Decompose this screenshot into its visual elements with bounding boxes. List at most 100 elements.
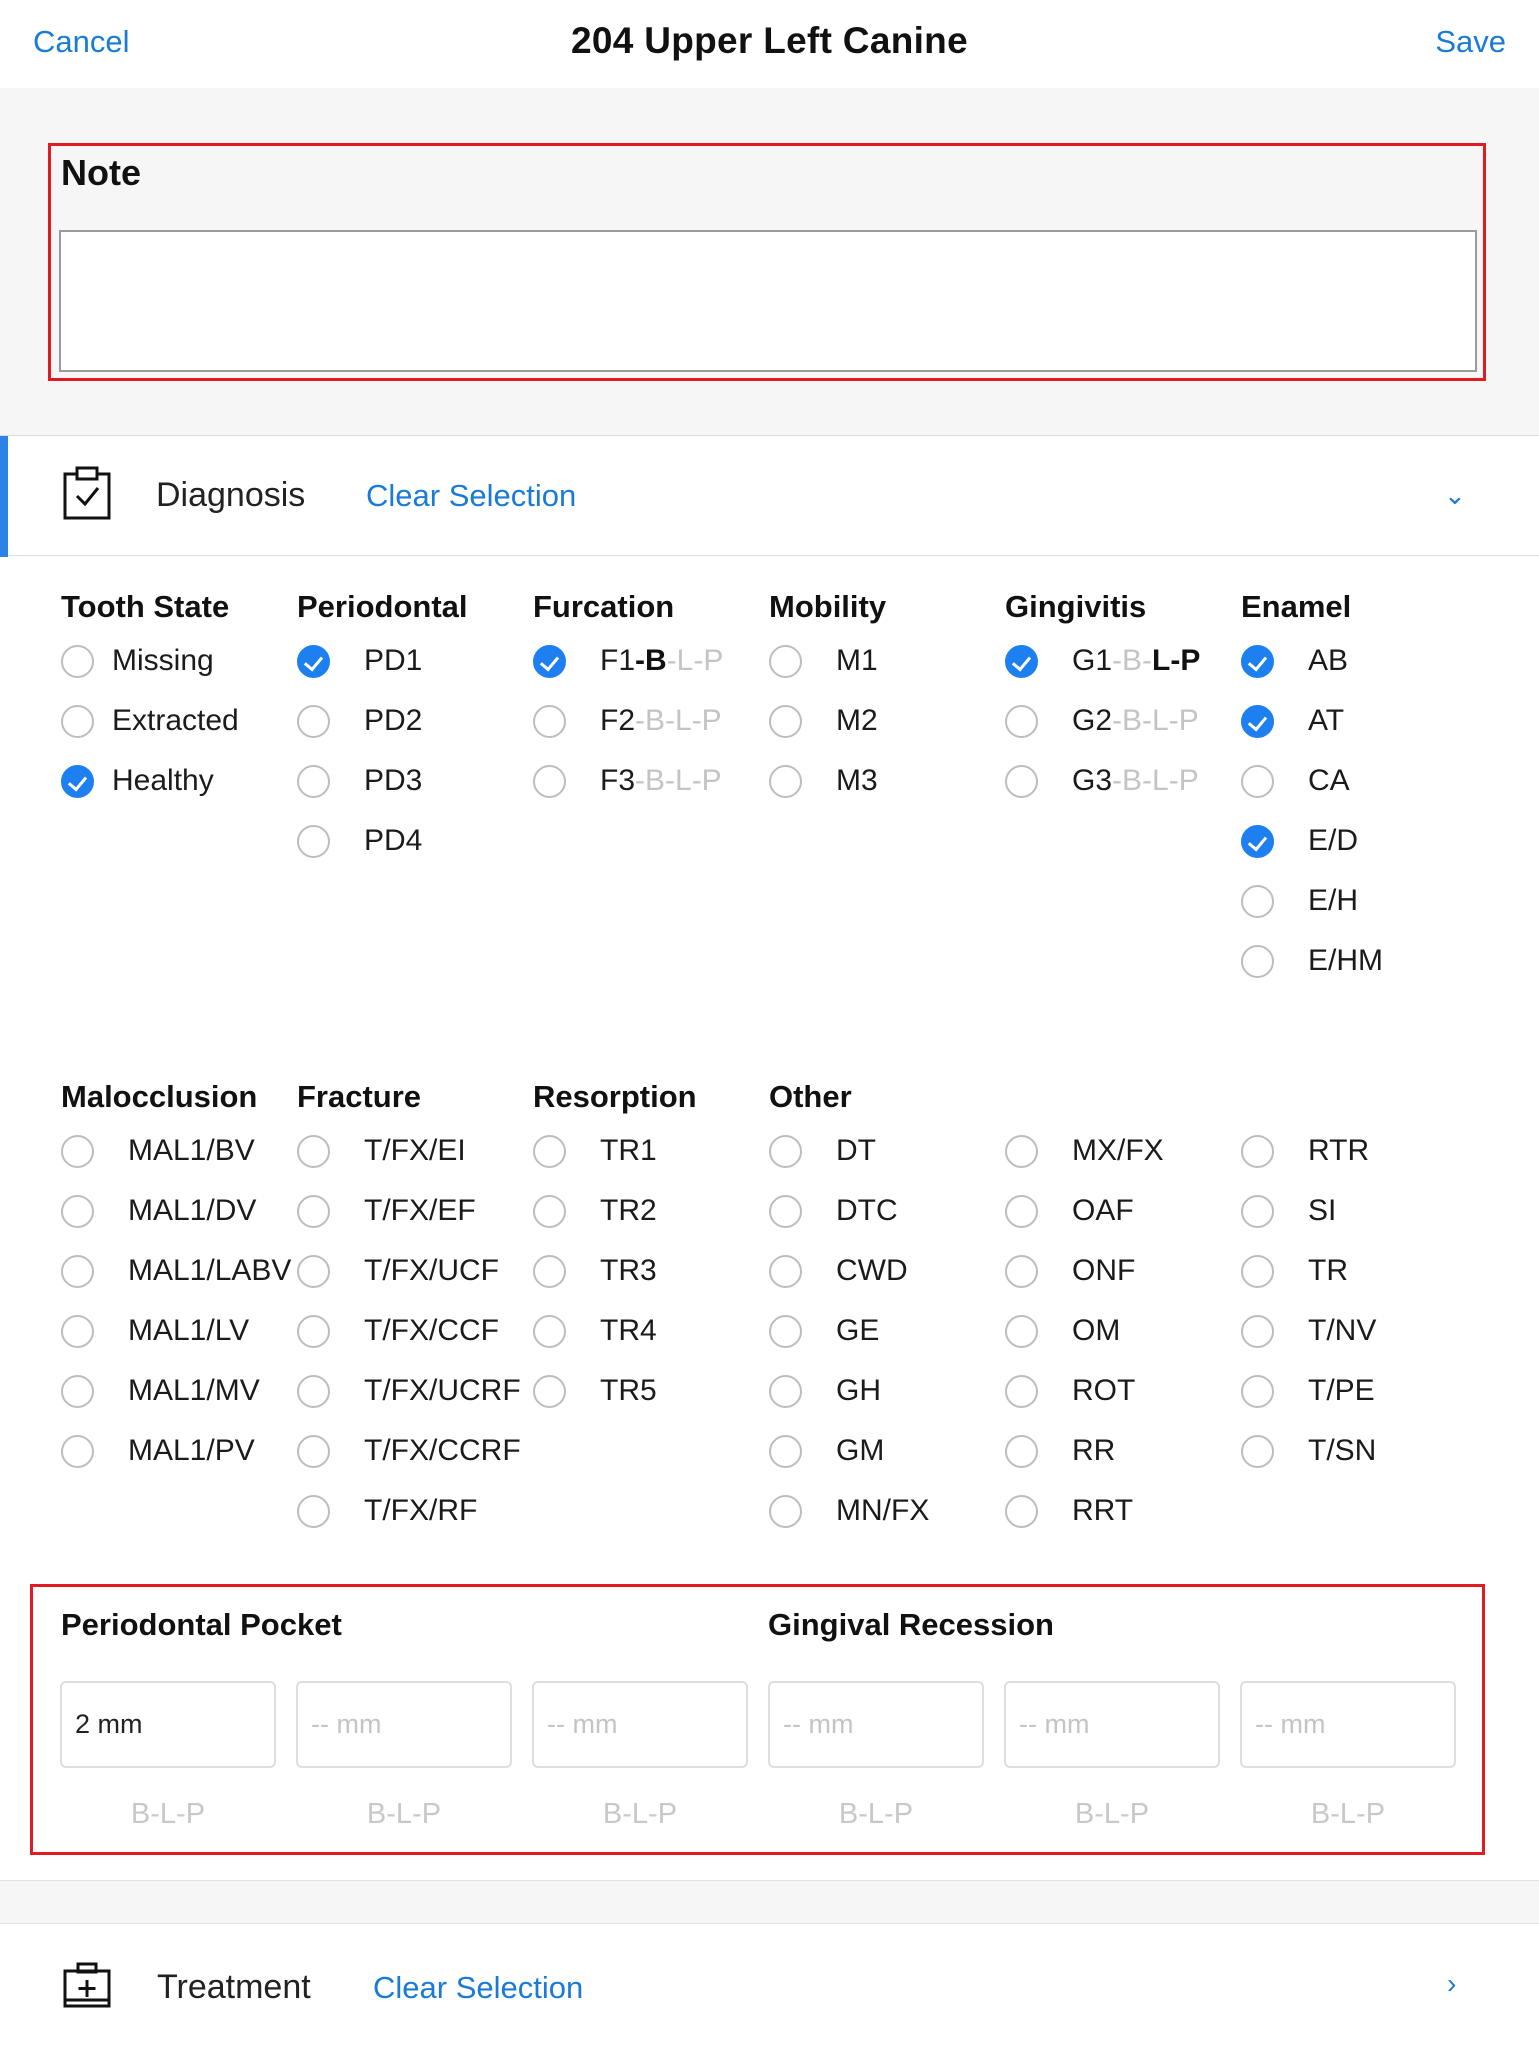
- radio-unchecked-icon[interactable]: [297, 1374, 330, 1408]
- pocket-depth-input[interactable]: -- mm: [532, 1681, 748, 1768]
- surface-segment[interactable]: -B-L-P: [1112, 764, 1199, 797]
- radio-unchecked-icon[interactable]: [769, 644, 802, 678]
- option-mal1-mv[interactable]: MAL1/MV: [61, 1371, 260, 1411]
- radio-unchecked-icon[interactable]: [1005, 1254, 1038, 1288]
- option-m3[interactable]: M3: [769, 761, 878, 801]
- radio-unchecked-icon[interactable]: [297, 1434, 330, 1468]
- radio-unchecked-icon[interactable]: [533, 1374, 566, 1408]
- option-t-fx-ef[interactable]: T/FX/EF: [297, 1191, 476, 1231]
- option-tr1[interactable]: TR1: [533, 1131, 657, 1171]
- radio-unchecked-icon[interactable]: [533, 704, 566, 738]
- option-mal1-pv[interactable]: MAL1/PV: [61, 1431, 255, 1471]
- checkmark-icon[interactable]: [533, 644, 566, 678]
- option-g3[interactable]: G3-B-L-P: [1005, 761, 1199, 801]
- radio-unchecked-icon[interactable]: [1005, 1134, 1038, 1168]
- radio-unchecked-icon[interactable]: [61, 644, 94, 678]
- pocket-depth-input[interactable]: 2 mm: [60, 1681, 276, 1768]
- treatment-clear-selection-link[interactable]: Clear Selection: [373, 1970, 583, 2006]
- option-oaf[interactable]: OAF: [1005, 1191, 1134, 1231]
- surface-caption[interactable]: B-L-P: [296, 1798, 512, 1831]
- option-f2[interactable]: F2-B-L-P: [533, 701, 722, 741]
- radio-unchecked-icon[interactable]: [1005, 1374, 1038, 1408]
- radio-unchecked-icon[interactable]: [533, 1254, 566, 1288]
- note-textarea[interactable]: [59, 230, 1477, 372]
- radio-unchecked-icon[interactable]: [1005, 1194, 1038, 1228]
- surface-caption[interactable]: B-L-P: [532, 1798, 748, 1831]
- radio-unchecked-icon[interactable]: [1005, 764, 1038, 798]
- surface-caption[interactable]: B-L-P: [1240, 1798, 1456, 1831]
- radio-unchecked-icon[interactable]: [297, 1134, 330, 1168]
- recession-depth-input[interactable]: -- mm: [768, 1681, 984, 1768]
- option-mal1-labv[interactable]: MAL1/LABV: [61, 1251, 291, 1291]
- surface-caption[interactable]: B-L-P: [60, 1798, 276, 1831]
- radio-unchecked-icon[interactable]: [61, 1194, 94, 1228]
- option-gh[interactable]: GH: [769, 1371, 881, 1411]
- option-gm[interactable]: GM: [769, 1431, 884, 1471]
- radio-unchecked-icon[interactable]: [297, 1254, 330, 1288]
- radio-unchecked-icon[interactable]: [533, 1314, 566, 1348]
- surface-segment[interactable]: -B-: [1112, 644, 1152, 677]
- recession-depth-input[interactable]: -- mm: [1004, 1681, 1220, 1768]
- option-ca[interactable]: CA: [1241, 761, 1350, 801]
- save-button[interactable]: Save: [1435, 24, 1506, 60]
- checkmark-icon[interactable]: [61, 764, 94, 798]
- option-f1[interactable]: F1-B-L-P: [533, 641, 723, 681]
- radio-unchecked-icon[interactable]: [1241, 1314, 1274, 1348]
- surface-segment[interactable]: -L-P: [667, 644, 724, 677]
- radio-unchecked-icon[interactable]: [61, 1254, 94, 1288]
- checkmark-icon[interactable]: [1241, 824, 1274, 858]
- radio-unchecked-icon[interactable]: [1241, 1194, 1274, 1228]
- radio-unchecked-icon[interactable]: [61, 704, 94, 738]
- radio-unchecked-icon[interactable]: [297, 824, 330, 858]
- option-rtr[interactable]: RTR: [1241, 1131, 1369, 1171]
- radio-unchecked-icon[interactable]: [61, 1434, 94, 1468]
- option-dt[interactable]: DT: [769, 1131, 876, 1171]
- option-at[interactable]: AT: [1241, 701, 1344, 741]
- radio-unchecked-icon[interactable]: [1241, 764, 1274, 798]
- radio-unchecked-icon[interactable]: [769, 764, 802, 798]
- surface-segment[interactable]: -B: [635, 644, 667, 677]
- recession-depth-input[interactable]: -- mm: [1240, 1681, 1456, 1768]
- option-t-nv[interactable]: T/NV: [1241, 1311, 1376, 1351]
- radio-unchecked-icon[interactable]: [1241, 884, 1274, 918]
- radio-unchecked-icon[interactable]: [297, 764, 330, 798]
- option-onf[interactable]: ONF: [1005, 1251, 1135, 1291]
- option-tr4[interactable]: TR4: [533, 1311, 657, 1351]
- option-extracted[interactable]: Extracted: [61, 701, 239, 741]
- diagnosis-header[interactable]: Diagnosis Clear Selection ⌄: [0, 435, 1539, 557]
- option-tr3[interactable]: TR3: [533, 1251, 657, 1291]
- radio-unchecked-icon[interactable]: [1005, 1434, 1038, 1468]
- option-healthy[interactable]: Healthy: [61, 761, 214, 801]
- radio-unchecked-icon[interactable]: [533, 1194, 566, 1228]
- radio-unchecked-icon[interactable]: [1005, 704, 1038, 738]
- option-ab[interactable]: AB: [1241, 641, 1348, 681]
- option-si[interactable]: SI: [1241, 1191, 1336, 1231]
- radio-unchecked-icon[interactable]: [533, 764, 566, 798]
- treatment-header[interactable]: Treatment Clear Selection ›: [0, 1924, 1539, 2048]
- radio-unchecked-icon[interactable]: [1241, 1254, 1274, 1288]
- option-t-fx-rf[interactable]: T/FX/RF: [297, 1491, 477, 1531]
- radio-unchecked-icon[interactable]: [769, 1374, 802, 1408]
- option-m2[interactable]: M2: [769, 701, 878, 741]
- surface-segment[interactable]: -B-L-P: [635, 764, 722, 797]
- option-missing[interactable]: Missing: [61, 641, 214, 681]
- option-dtc[interactable]: DTC: [769, 1191, 898, 1231]
- option-mn-fx[interactable]: MN/FX: [769, 1491, 929, 1531]
- option-mal1-lv[interactable]: MAL1/LV: [61, 1311, 249, 1351]
- surface-caption[interactable]: B-L-P: [1004, 1798, 1220, 1831]
- option-pd4[interactable]: PD4: [297, 821, 422, 861]
- radio-unchecked-icon[interactable]: [769, 1194, 802, 1228]
- option-t-sn[interactable]: T/SN: [1241, 1431, 1376, 1471]
- option-om[interactable]: OM: [1005, 1311, 1120, 1351]
- option-mal1-dv[interactable]: MAL1/DV: [61, 1191, 256, 1231]
- option-t-fx-ccrf[interactable]: T/FX/CCRF: [297, 1431, 521, 1471]
- option-rrt[interactable]: RRT: [1005, 1491, 1133, 1531]
- option-f3[interactable]: F3-B-L-P: [533, 761, 722, 801]
- option-rot[interactable]: ROT: [1005, 1371, 1135, 1411]
- checkmark-icon[interactable]: [297, 644, 330, 678]
- checkmark-icon[interactable]: [1241, 704, 1274, 738]
- option-t-fx-ucf[interactable]: T/FX/UCF: [297, 1251, 499, 1291]
- option-mal1-bv[interactable]: MAL1/BV: [61, 1131, 255, 1171]
- surface-caption[interactable]: B-L-P: [768, 1798, 984, 1831]
- option-t-fx-ucrf[interactable]: T/FX/UCRF: [297, 1371, 521, 1411]
